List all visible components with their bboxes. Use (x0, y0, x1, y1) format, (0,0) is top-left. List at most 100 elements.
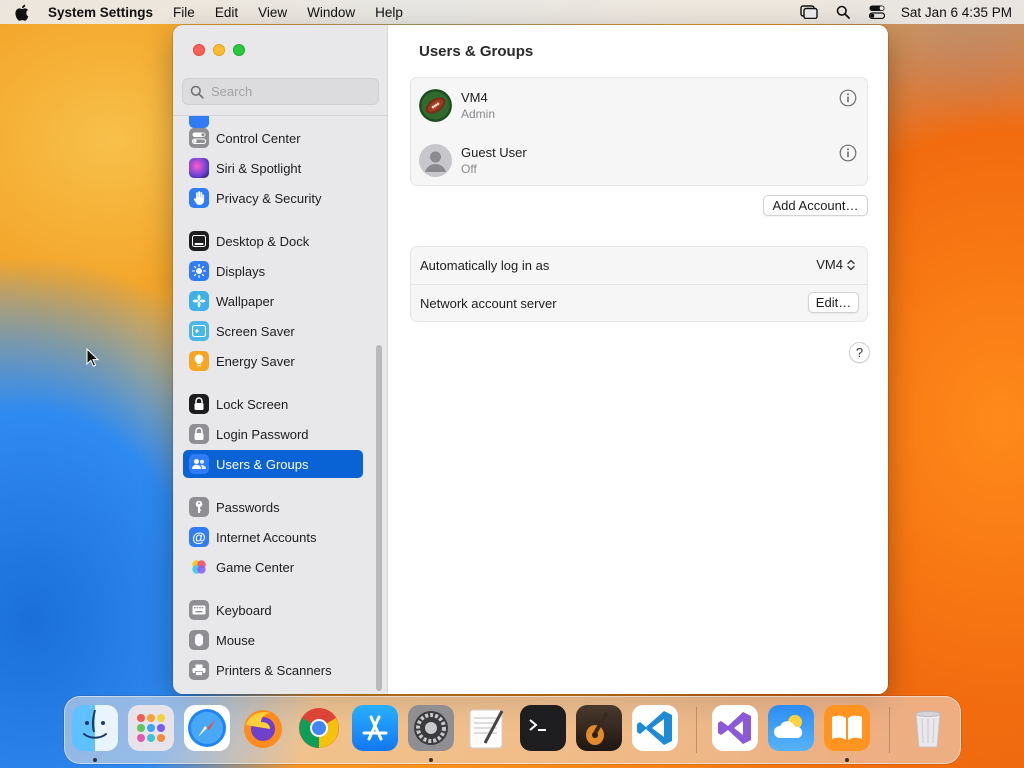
garageband-icon[interactable] (576, 705, 622, 751)
sidebar-item-lock-screen[interactable]: Lock Screen (183, 390, 363, 418)
help-button[interactable]: ? (849, 342, 870, 363)
sidebar-item-wallpaper[interactable]: Wallpaper (183, 287, 363, 315)
auto-login-popup[interactable]: VM4 (816, 257, 855, 272)
menu-edit[interactable]: Edit (215, 5, 238, 20)
users-icon (189, 454, 209, 474)
sidebar-item-login-password[interactable]: Login Password (183, 420, 363, 448)
add-account-button[interactable]: Add Account… (763, 195, 868, 216)
lock-icon (189, 424, 209, 444)
sidebar-item-privacy-security[interactable]: Privacy & Security (183, 184, 363, 212)
menubar-clock[interactable]: Sat Jan 6 4:35 PM (901, 5, 1012, 20)
wallpaper-icon (189, 291, 209, 311)
auto-login-value: VM4 (816, 257, 843, 272)
dock-separator (696, 707, 697, 753)
search-field[interactable] (182, 78, 379, 105)
user-row-guest[interactable]: Guest User Off (411, 133, 867, 188)
zoom-window-button[interactable] (233, 44, 245, 56)
network-server-label: Network account server (420, 295, 557, 311)
system-settings-window: Control Center Siri & Spotlight Privacy … (173, 25, 888, 694)
login-settings-group: Automatically log in as VM4 Network acco… (410, 246, 868, 322)
close-window-button[interactable] (193, 44, 205, 56)
safari-icon[interactable] (184, 705, 230, 751)
firefox-icon[interactable] (240, 705, 286, 751)
screen-mirroring-icon[interactable] (799, 3, 819, 21)
sidebar-item-printers-scanners[interactable]: Printers & Scanners (183, 656, 363, 684)
weather-icon[interactable] (768, 705, 814, 751)
sidebar-item-label: Energy Saver (216, 353, 295, 369)
menu-file[interactable]: File (173, 5, 195, 20)
keyboard-icon (189, 600, 209, 620)
auto-login-label: Automatically log in as (420, 258, 550, 273)
mouse-icon (189, 630, 209, 650)
user-name: Guest User (461, 145, 527, 160)
search-icon (190, 85, 204, 99)
control-center-icon[interactable] (867, 3, 887, 21)
user-row-vm4[interactable]: VM4 Admin (411, 78, 867, 133)
info-icon[interactable] (839, 144, 857, 162)
game-center-icon (189, 557, 209, 577)
mouse-cursor-icon (86, 348, 100, 367)
sidebar: Control Center Siri & Spotlight Privacy … (173, 25, 388, 694)
books-icon[interactable] (824, 705, 870, 751)
info-icon[interactable] (839, 89, 857, 107)
sidebar-item-displays[interactable]: Displays (183, 257, 363, 285)
sidebar-item-siri-spotlight[interactable]: Siri & Spotlight (183, 154, 363, 182)
sidebar-item-label: Privacy & Security (216, 190, 322, 206)
finder-icon[interactable] (72, 705, 118, 751)
hand-icon (189, 188, 209, 208)
sidebar-item-screen-saver[interactable]: Screen Saver (183, 317, 363, 345)
lock-icon (189, 394, 209, 414)
sidebar-item-label: Login Password (216, 426, 309, 442)
spotlight-search-icon[interactable] (833, 3, 853, 21)
sidebar-item-users-groups[interactable]: Users & Groups (183, 450, 363, 478)
sidebar-item-label: Siri & Spotlight (216, 160, 302, 176)
search-input[interactable] (211, 84, 371, 99)
chrome-icon[interactable] (296, 705, 342, 751)
sidebar-item-label: Displays (216, 263, 266, 279)
menu-window[interactable]: Window (307, 5, 355, 20)
printer-icon (189, 660, 209, 680)
sidebar-item-control-center[interactable]: Control Center (183, 124, 363, 152)
sidebar-scrollbar[interactable] (376, 345, 382, 691)
textedit-icon[interactable] (464, 705, 510, 751)
sidebar-item-desktop-dock[interactable]: Desktop & Dock (183, 227, 363, 255)
edit-button[interactable]: Edit… (808, 292, 859, 313)
sidebar-item-label: Control Center (216, 130, 301, 146)
dock (64, 696, 961, 764)
sidebar-item-label: Internet Accounts (216, 529, 317, 545)
at-icon: @ (189, 527, 209, 547)
sidebar-item-label: Desktop & Dock (216, 233, 310, 249)
vscode-icon[interactable] (632, 705, 678, 751)
avatar (419, 144, 452, 177)
terminal-icon[interactable] (520, 705, 566, 751)
auto-login-row: Automatically log in as VM4 (411, 247, 867, 284)
chevron-up-down-icon (847, 259, 855, 270)
system-settings-dock-icon[interactable] (408, 705, 454, 751)
sidebar-item-mouse[interactable]: Mouse (183, 626, 363, 654)
key-icon (189, 497, 209, 517)
sidebar-item-passwords[interactable]: Passwords (183, 493, 363, 521)
sidebar-item-game-center[interactable]: Game Center (183, 553, 363, 581)
avatar (419, 89, 452, 122)
trash-icon[interactable] (905, 705, 951, 751)
sidebar-item-label: Screen Saver (216, 323, 295, 339)
sidebar-item-energy-saver[interactable]: Energy Saver (183, 347, 363, 375)
minimize-window-button[interactable] (213, 44, 225, 56)
page-title: Users & Groups (419, 43, 534, 60)
window-controls (193, 44, 245, 56)
users-list: VM4 Admin Guest User Off (410, 77, 868, 186)
app-name-menu[interactable]: System Settings (48, 5, 153, 20)
sun-icon (189, 261, 209, 281)
network-server-row: Network account server Edit… (411, 284, 867, 321)
visual-studio-icon[interactable] (712, 705, 758, 751)
sidebar-item-keyboard[interactable]: Keyboard (183, 596, 363, 624)
dock-separator (889, 707, 890, 753)
launchpad-icon[interactable] (128, 705, 174, 751)
menu-view[interactable]: View (258, 5, 287, 20)
running-indicator (845, 758, 849, 762)
menu-help[interactable]: Help (375, 5, 403, 20)
apple-menu-icon[interactable] (12, 3, 30, 21)
sidebar-item-label: Mouse (216, 632, 256, 648)
app-store-icon[interactable] (352, 705, 398, 751)
sidebar-item-internet-accounts[interactable]: @ Internet Accounts (183, 523, 363, 551)
